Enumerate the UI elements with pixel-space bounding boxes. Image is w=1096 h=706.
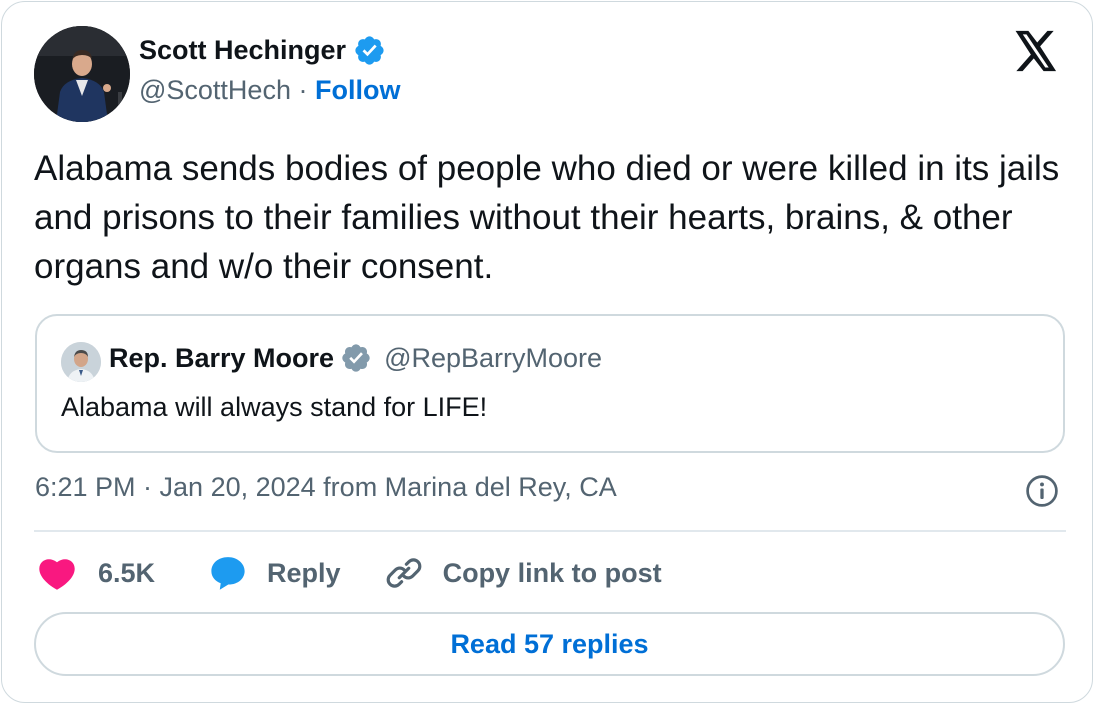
author-handle-line: @ScottHech · Follow (139, 75, 400, 106)
copy-link-label: Copy link to post (442, 557, 662, 588)
reply-button[interactable]: Reply (209, 555, 341, 591)
author-avatar[interactable] (34, 26, 130, 122)
author-display-name[interactable]: Scott Hechinger (139, 34, 386, 67)
handle-separator: · (290, 75, 315, 105)
government-verified-badge-icon (342, 344, 370, 372)
link-icon (386, 558, 421, 588)
tweet-embed-card: Scott Hechinger @ScottHech · Follow Alab… (1, 1, 1093, 703)
quoted-tweet[interactable]: Rep. Barry Moore @RepBarryMoore Alabama … (35, 314, 1065, 453)
read-replies-button[interactable]: Read 57 replies (34, 612, 1065, 676)
x-logo-icon[interactable] (1014, 30, 1058, 72)
reply-label: Reply (267, 557, 341, 588)
quoted-display-name[interactable]: Rep. Barry Moore (109, 343, 334, 374)
heart-icon (39, 559, 75, 590)
verified-badge-icon (355, 36, 384, 65)
author-name-text[interactable]: Scott Hechinger (139, 35, 346, 66)
speech-bubble-icon (211, 557, 245, 590)
tweet-timestamp[interactable]: 6:21 PM · Jan 20, 2024 from Marina del R… (35, 472, 617, 503)
divider (34, 530, 1066, 532)
follow-button[interactable]: Follow (315, 75, 400, 105)
action-bar: 6.5K Reply Copy link to post (38, 554, 662, 592)
quoted-text: Alabama will always stand for LIFE! (61, 392, 488, 422)
quoted-handle[interactable]: @RepBarryMoore (384, 343, 602, 374)
info-icon[interactable] (1024, 473, 1060, 509)
copy-link-button[interactable]: Copy link to post (385, 554, 662, 592)
author-handle[interactable]: @ScottHech (139, 75, 291, 105)
like-count: 6.5K (98, 557, 156, 588)
quoted-header: Rep. Barry Moore @RepBarryMoore (109, 342, 602, 374)
tweet-text: Alabama sends bodies of people who died … (34, 149, 1060, 286)
like-button[interactable]: 6.5K (38, 555, 155, 591)
quoted-author-avatar[interactable] (61, 342, 101, 382)
